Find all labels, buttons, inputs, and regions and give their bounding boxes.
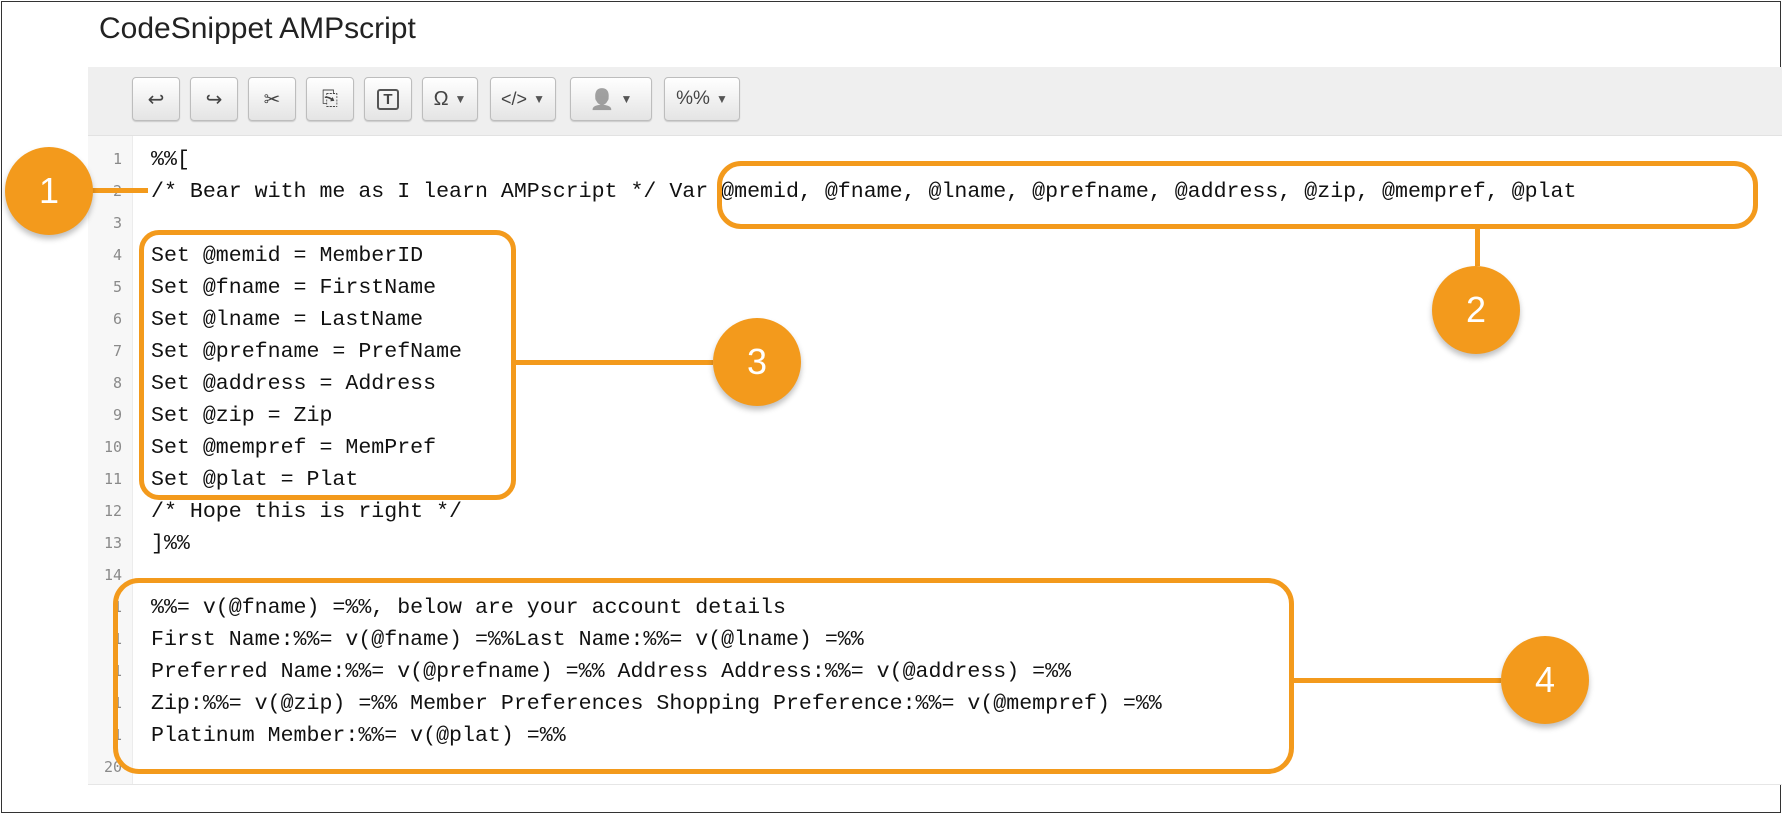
special-char-icon: Ω (433, 87, 449, 110)
code-line: %%[ (151, 148, 190, 172)
line-number: 13 (103, 534, 122, 552)
line-number: 12 (103, 502, 122, 520)
line-number: 9 (112, 406, 122, 424)
paste-as-text-button[interactable]: T (364, 77, 412, 121)
callout-badge-2: 2 (1432, 266, 1520, 354)
copy-button[interactable]: ⎘ (306, 77, 354, 121)
redo-button[interactable]: ↪ (190, 77, 238, 121)
line-number: 6 (112, 310, 122, 328)
copy-icon: ⎘ (322, 87, 338, 110)
callout-3-leader (515, 360, 713, 365)
line-number: 7 (112, 342, 122, 360)
undo-button[interactable]: ↩ (132, 77, 180, 121)
chevron-down-icon: ▼ (715, 92, 728, 106)
line-number: 14 (103, 566, 122, 584)
chevron-down-icon: ▼ (454, 92, 467, 106)
personalization-icon: 👤 (589, 88, 615, 111)
callout-2-leader (1475, 228, 1480, 266)
callout-4-leader (1293, 678, 1501, 683)
special-character-dropdown[interactable]: Ω ▼ (422, 77, 478, 121)
paste-text-icon: T (377, 88, 399, 110)
callout-box-3 (139, 230, 516, 500)
ampscript-icon: %% (676, 88, 710, 109)
code-dropdown[interactable]: </> ▼ (490, 77, 556, 121)
callout-badge-1: 1 (5, 147, 93, 235)
personalization-dropdown[interactable]: 👤 ▼ (570, 77, 652, 121)
callout-box-2 (717, 161, 1758, 229)
line-number: 8 (112, 374, 122, 392)
callout-1-leader (92, 188, 148, 193)
line-number: 3 (112, 214, 122, 232)
ampscript-dropdown[interactable]: %% ▼ (664, 77, 740, 121)
chevron-down-icon: ▼ (533, 92, 545, 106)
line-number: 4 (112, 246, 122, 264)
editor-bottom-border (88, 784, 1782, 785)
code-line: /* Hope this is right */ (151, 500, 463, 524)
page-title: CodeSnippet AMPscript (99, 12, 416, 45)
line-number: 11 (103, 470, 122, 488)
callout-box-4 (113, 578, 1294, 774)
code-line: ]%% (151, 532, 190, 556)
code-icon: </> (501, 88, 528, 109)
redo-icon: ↪ (205, 88, 223, 111)
cut-button[interactable]: ✂ (248, 77, 296, 121)
undo-icon: ↩ (147, 88, 165, 111)
line-number: 10 (103, 438, 122, 456)
chevron-down-icon: ▼ (620, 92, 633, 106)
line-number: 1 (112, 150, 122, 168)
callout-badge-4: 4 (1501, 636, 1589, 724)
cut-icon: ✂ (263, 88, 281, 111)
line-number: 5 (112, 278, 122, 296)
editor-toolbar: ↩ ↪ ✂ ⎘ T Ω ▼ </> ▼ 👤 ▼ %% ▼ (88, 67, 1782, 136)
callout-badge-3: 3 (713, 318, 801, 406)
